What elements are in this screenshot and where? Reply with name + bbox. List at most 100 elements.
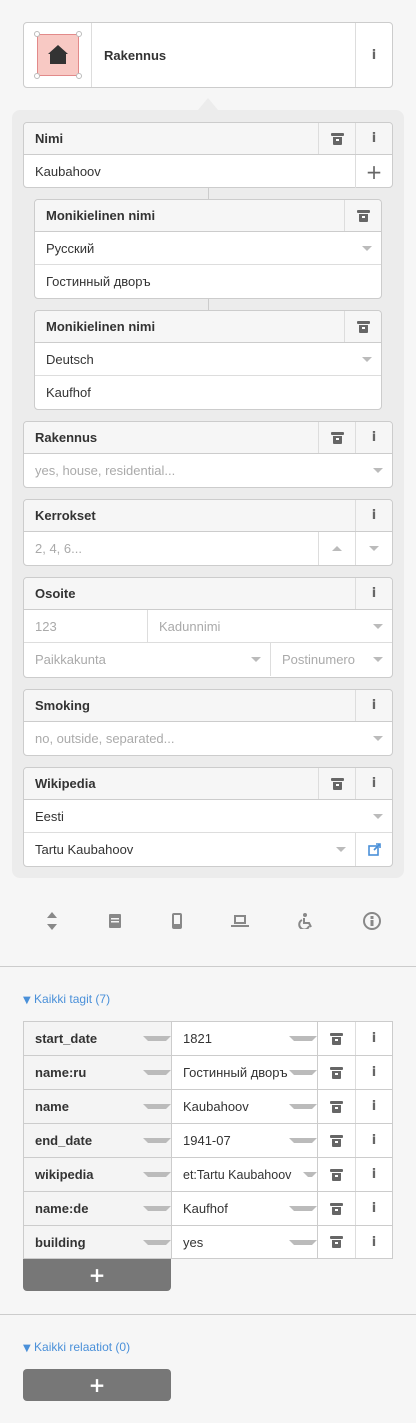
chevron-down-icon[interactable] bbox=[364, 468, 392, 473]
open-wikipedia-button[interactable] bbox=[355, 833, 392, 866]
language-combo[interactable]: Deutsch bbox=[35, 352, 353, 367]
localized-name-input[interactable]: Kaufhof bbox=[35, 385, 381, 400]
info-button[interactable]: i bbox=[355, 690, 392, 721]
chevron-down-icon[interactable] bbox=[289, 1138, 317, 1143]
chevron-down-icon[interactable] bbox=[143, 1070, 171, 1075]
chevron-down-icon[interactable] bbox=[143, 1036, 171, 1041]
tag-info-button[interactable]: i bbox=[355, 1022, 392, 1055]
chevron-down-icon[interactable] bbox=[353, 245, 381, 251]
trash-icon bbox=[330, 1236, 343, 1248]
field-building: Rakennus i yes, house, residential... bbox=[23, 421, 393, 488]
chevron-down-icon[interactable] bbox=[289, 1104, 317, 1109]
wikipedia-title-combo[interactable]: Tartu Kaubahoov bbox=[24, 842, 327, 857]
add-tag-button[interactable]: + bbox=[23, 1259, 171, 1291]
tag-key-input[interactable]: wikipedia bbox=[35, 1167, 143, 1182]
info-button[interactable]: i bbox=[355, 422, 392, 453]
resize-vertical-icon[interactable] bbox=[45, 912, 59, 930]
chevron-down-icon[interactable] bbox=[353, 356, 381, 362]
mobile-icon[interactable] bbox=[171, 913, 183, 929]
tag-key-input[interactable]: building bbox=[35, 1235, 143, 1250]
chevron-down-icon[interactable] bbox=[143, 1239, 171, 1245]
chevron-down-icon[interactable] bbox=[289, 1036, 317, 1041]
preset-icon-wrap[interactable] bbox=[24, 23, 92, 87]
chevron-down-icon[interactable] bbox=[364, 736, 392, 741]
panel-caret bbox=[198, 98, 218, 110]
tag-key-input[interactable]: start_date bbox=[35, 1031, 143, 1046]
divider bbox=[0, 1314, 416, 1315]
chevron-down-icon[interactable] bbox=[289, 1239, 317, 1245]
chevron-down-icon[interactable] bbox=[143, 1104, 171, 1109]
tag-info-button[interactable]: i bbox=[355, 1090, 392, 1123]
all-tags-toggle[interactable]: ▼ Kaikki tagit (7) bbox=[23, 992, 110, 1006]
building-combo[interactable]: yes, house, residential... bbox=[24, 463, 364, 478]
tag-value-input[interactable]: 1821 bbox=[183, 1031, 289, 1046]
remove-tag-button[interactable] bbox=[318, 1124, 355, 1157]
remove-button[interactable] bbox=[318, 422, 355, 453]
tag-value-input[interactable]: et:Tartu Kaubahoov bbox=[183, 1168, 303, 1182]
remove-tag-button[interactable] bbox=[318, 1192, 355, 1225]
tag-key-input[interactable]: end_date bbox=[35, 1133, 143, 1148]
chevron-down-icon[interactable] bbox=[143, 1138, 171, 1143]
remove-button[interactable] bbox=[344, 200, 381, 231]
remove-button[interactable] bbox=[318, 123, 355, 154]
info-button[interactable]: i bbox=[355, 578, 392, 609]
all-relations-toggle[interactable]: ▼ Kaikki relaatiot (0) bbox=[23, 1340, 130, 1354]
tag-info-button[interactable]: i bbox=[355, 1158, 392, 1191]
chevron-down-icon[interactable] bbox=[289, 1070, 317, 1075]
info-button[interactable]: i bbox=[355, 123, 392, 154]
remove-tag-button[interactable] bbox=[318, 1090, 355, 1123]
wheelchair-icon[interactable] bbox=[298, 913, 314, 929]
tag-value-input[interactable]: Kaubahoov bbox=[183, 1099, 289, 1114]
laptop-icon[interactable] bbox=[231, 914, 250, 928]
remove-button[interactable] bbox=[318, 768, 355, 799]
add-relation-button[interactable]: + bbox=[23, 1369, 171, 1401]
info-button[interactable]: i bbox=[355, 768, 392, 799]
info-button[interactable]: i bbox=[355, 500, 392, 531]
chevron-down-icon[interactable] bbox=[143, 1172, 171, 1177]
chevron-down-icon[interactable] bbox=[364, 813, 392, 819]
tag-value-input[interactable]: 1941-07 bbox=[183, 1133, 289, 1148]
chevron-down-icon[interactable] bbox=[143, 1206, 171, 1211]
localized-name-input[interactable]: Гостинный дворъ bbox=[35, 274, 381, 289]
chevron-down-icon[interactable] bbox=[289, 1206, 317, 1211]
tag-key-input[interactable]: name:de bbox=[35, 1201, 143, 1216]
remove-tag-button[interactable] bbox=[318, 1158, 355, 1191]
remove-tag-button[interactable] bbox=[318, 1022, 355, 1055]
remove-tag-button[interactable] bbox=[318, 1056, 355, 1089]
tag-value-input[interactable]: yes bbox=[183, 1235, 289, 1250]
smoking-combo[interactable]: no, outside, separated... bbox=[24, 731, 364, 746]
language-combo[interactable]: Русский bbox=[35, 241, 353, 256]
tag-info-button[interactable]: i bbox=[355, 1124, 392, 1157]
info-icon: i bbox=[371, 1201, 377, 1216]
chevron-down-icon[interactable] bbox=[364, 657, 392, 662]
remove-button[interactable] bbox=[344, 311, 381, 342]
city-combo[interactable]: Paikkakunta bbox=[35, 652, 242, 667]
wikipedia-language-combo[interactable]: Eesti bbox=[24, 809, 364, 824]
circle-info-icon[interactable] bbox=[362, 912, 381, 930]
chevron-down-icon[interactable] bbox=[242, 657, 270, 662]
preset-info-button[interactable]: i bbox=[355, 23, 392, 87]
name-input[interactable]: Kaubahoov bbox=[24, 164, 355, 179]
postcode-combo[interactable]: Postinumero bbox=[282, 652, 364, 667]
increment-button[interactable] bbox=[318, 532, 355, 565]
tag-info-button[interactable]: i bbox=[355, 1056, 392, 1089]
all-relations-title: Kaikki relaatiot (0) bbox=[34, 1340, 131, 1354]
add-localized-button[interactable]: + bbox=[355, 155, 392, 188]
chevron-down-icon[interactable] bbox=[327, 847, 355, 852]
levels-input[interactable]: 2, 4, 6... bbox=[24, 541, 318, 556]
street-combo[interactable]: Kadunnimi bbox=[159, 619, 364, 634]
document-icon[interactable] bbox=[108, 913, 122, 929]
remove-tag-button[interactable] bbox=[318, 1226, 355, 1258]
preset-name[interactable]: Rakennus bbox=[92, 23, 355, 87]
tag-key-input[interactable]: name bbox=[35, 1099, 143, 1114]
tag-value-input[interactable]: Гостинный дворъ bbox=[183, 1065, 289, 1080]
chevron-down-icon[interactable] bbox=[364, 623, 392, 629]
tag-key-input[interactable]: name:ru bbox=[35, 1065, 143, 1080]
tag-info-button[interactable]: i bbox=[355, 1192, 392, 1225]
tag-info-button[interactable]: i bbox=[355, 1226, 392, 1258]
chevron-down-icon[interactable] bbox=[303, 1172, 317, 1177]
decrement-button[interactable] bbox=[355, 532, 392, 565]
tag-value-input[interactable]: Kaufhof bbox=[183, 1201, 289, 1216]
preset-header[interactable]: Rakennus i bbox=[23, 22, 393, 88]
housenumber-input[interactable]: 123 bbox=[35, 619, 57, 634]
